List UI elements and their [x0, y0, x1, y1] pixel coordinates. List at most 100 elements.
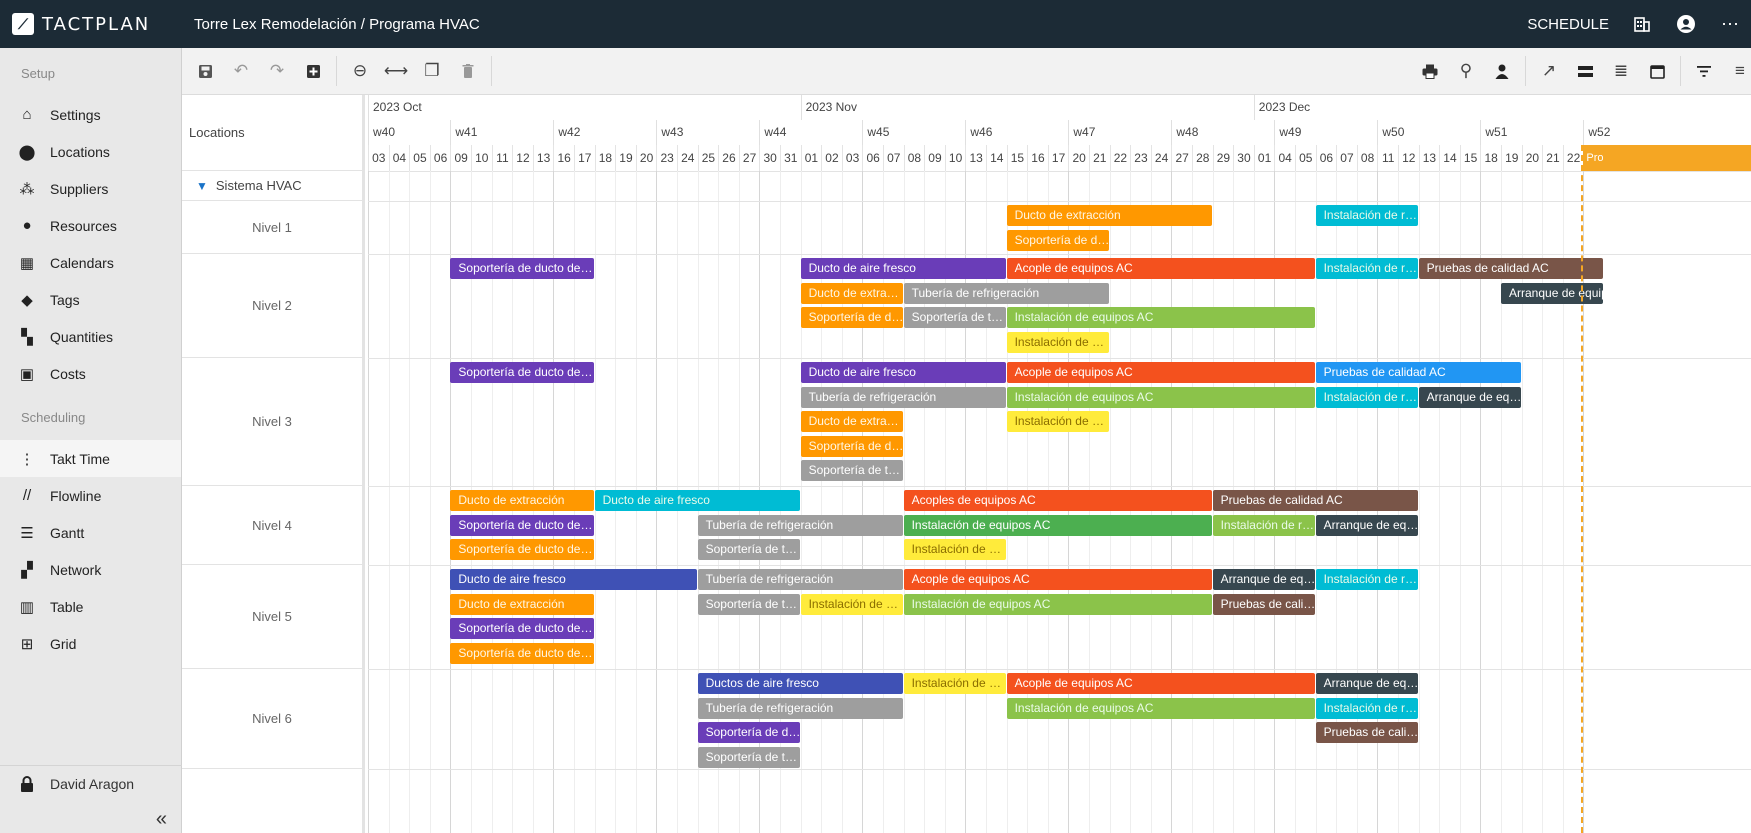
location-row[interactable]: Nivel 6: [182, 669, 362, 769]
task-bar[interactable]: Soportería de d…: [1006, 229, 1109, 251]
task-bar[interactable]: Ducto de extracción: [450, 593, 594, 615]
task-bar[interactable]: Pruebas de cali…: [1212, 593, 1315, 615]
trend-icon[interactable]: ↗: [1538, 60, 1560, 82]
task-bar[interactable]: Pruebas de calidad AC: [1212, 490, 1418, 511]
zoom-icon[interactable]: ⚲: [1455, 60, 1477, 82]
save-icon[interactable]: [194, 60, 216, 82]
schedule-mode-label[interactable]: SCHEDULE: [1527, 16, 1609, 33]
undo-icon[interactable]: ↶: [230, 60, 252, 82]
task-bar[interactable]: Tubería de refrigeración: [800, 386, 1006, 408]
task-bar[interactable]: Instalación de …: [1006, 411, 1109, 433]
task-bar[interactable]: Tubería de refrigeración: [697, 697, 903, 719]
more-options-icon[interactable]: ⋯: [1719, 13, 1741, 35]
sidebar-item-takt-time[interactable]: ⋮ Takt Time: [0, 440, 181, 477]
collapse-sidebar-icon[interactable]: «: [156, 808, 167, 831]
delete-icon[interactable]: [457, 60, 479, 82]
task-bar[interactable]: Ducto de aire fresco: [800, 258, 1006, 279]
task-bar[interactable]: Ductos de aire fresco: [697, 673, 903, 694]
filter-icon[interactable]: [1693, 60, 1715, 82]
task-bar[interactable]: Soportería de d…: [800, 435, 903, 457]
copy-icon[interactable]: ❐: [421, 60, 443, 82]
task-bar[interactable]: Instalación de r…: [1315, 258, 1418, 279]
task-bar[interactable]: Soportería de ducto de…: [450, 539, 594, 561]
task-bar[interactable]: Ducto de extracción: [1006, 205, 1212, 226]
link-icon[interactable]: ⊖: [349, 60, 371, 82]
task-bar[interactable]: Soportería de t…: [697, 539, 800, 561]
task-bar[interactable]: Ducto de aire fresco: [594, 490, 800, 511]
sidebar-item-calendars[interactable]: ▦ Calendars: [0, 244, 181, 281]
task-bar[interactable]: Instalación de r…: [1315, 386, 1418, 408]
task-bar[interactable]: Instalación de r…: [1315, 205, 1418, 226]
account-icon[interactable]: [1675, 13, 1697, 35]
sidebar-item-tags[interactable]: ◆ Tags: [0, 281, 181, 318]
chevron-down-icon[interactable]: ▼: [196, 179, 208, 193]
task-bar[interactable]: Acople de equipos AC: [1006, 673, 1315, 694]
task-bar[interactable]: Soportería de ducto de…: [450, 642, 594, 664]
sidebar-item-network[interactable]: ▞ Network: [0, 551, 181, 588]
sidebar-item-gantt[interactable]: ☰ Gantt: [0, 514, 181, 551]
sidebar-item-suppliers[interactable]: ⁂ Suppliers: [0, 170, 181, 207]
logo[interactable]: ⟋ TACTPLAN: [0, 13, 182, 35]
task-bar[interactable]: Soportería de t…: [903, 307, 1006, 329]
task-bar[interactable]: Instalación de …: [903, 539, 1006, 561]
task-bar[interactable]: Ducto de aire fresco: [800, 362, 1006, 383]
add-task-icon[interactable]: [302, 60, 324, 82]
location-row[interactable]: Nivel 5: [182, 565, 362, 669]
task-bar[interactable]: Instalación de …: [903, 673, 1006, 694]
task-bar[interactable]: Instalación de equipos AC: [1006, 307, 1315, 329]
task-bar[interactable]: Acople de equipos AC: [1006, 258, 1315, 279]
task-bar[interactable]: Instalación de r…: [1315, 697, 1418, 719]
rows-view-icon[interactable]: [1574, 60, 1596, 82]
task-bar[interactable]: Acople de equipos AC: [1006, 362, 1315, 383]
task-bar[interactable]: Soportería de t…: [697, 593, 800, 615]
task-bar[interactable]: Tubería de refrigeración: [697, 569, 903, 590]
task-bar[interactable]: Arranque de equipos: [1501, 282, 1603, 304]
sidebar-item-resources[interactable]: ● Resources: [0, 207, 181, 244]
task-bar[interactable]: Soportería de ducto de…: [450, 362, 594, 383]
task-bar[interactable]: Instalación de equipos AC: [1006, 386, 1315, 408]
sidebar-item-costs[interactable]: ▣ Costs: [0, 355, 181, 392]
location-group-row[interactable]: ▼ Sistema HVAC: [182, 171, 362, 201]
redo-icon[interactable]: ↷: [266, 60, 288, 82]
sidebar-item-quantities[interactable]: ▚ Quantities: [0, 318, 181, 355]
user-menu[interactable]: David Aragon: [0, 765, 182, 802]
print-icon[interactable]: [1419, 60, 1441, 82]
task-bar[interactable]: Arranque de eq…: [1212, 569, 1315, 590]
task-bar[interactable]: Instalación de …: [800, 593, 903, 615]
task-bar[interactable]: Soportería de ducto de…: [450, 618, 594, 640]
sidebar-item-locations[interactable]: ⬤ Locations: [0, 133, 181, 170]
task-bar[interactable]: Tubería de refrigeración: [697, 514, 903, 536]
stretch-horizontal-icon[interactable]: ⟷: [384, 60, 408, 82]
sidebar-item-table[interactable]: ▥ Table: [0, 588, 181, 625]
task-bar[interactable]: Soportería de ducto de…: [450, 258, 594, 279]
sidebar-item-grid[interactable]: ⊞ Grid: [0, 625, 181, 662]
task-bar[interactable]: Soportería de t…: [697, 746, 800, 768]
sidebar-item-settings[interactable]: ⌂ Settings: [0, 96, 181, 133]
list-view-icon[interactable]: ≣: [1610, 60, 1632, 82]
task-bar[interactable]: Instalación de equipos AC: [1006, 697, 1315, 719]
task-bar[interactable]: Arranque de eq…: [1418, 386, 1521, 408]
location-row[interactable]: Nivel 3: [182, 358, 362, 486]
task-bar[interactable]: Acople de equipos AC: [903, 569, 1212, 590]
task-bar[interactable]: Ducto de extra…: [800, 411, 903, 433]
task-bar[interactable]: Soportería de ducto de…: [450, 514, 594, 536]
task-bar[interactable]: Pruebas de calidad AC: [1418, 258, 1603, 279]
task-bar[interactable]: Instalación de …: [1006, 331, 1109, 353]
task-bar[interactable]: Arranque de eq…: [1315, 673, 1418, 694]
task-bar[interactable]: Instalación de r…: [1212, 514, 1315, 536]
task-bar[interactable]: Ducto de extracción: [450, 490, 594, 511]
task-bar[interactable]: Arranque de eq…: [1315, 514, 1418, 536]
location-row[interactable]: Nivel 2: [182, 254, 362, 358]
task-bar[interactable]: Acoples de equipos AC: [903, 490, 1212, 511]
task-bar[interactable]: Soportería de t…: [800, 460, 903, 482]
task-bar[interactable]: Instalación de r…: [1315, 569, 1418, 590]
task-bar[interactable]: Ducto de extra…: [800, 282, 903, 304]
task-bar[interactable]: Soportería de d…: [800, 307, 903, 329]
task-bar[interactable]: Pruebas de cali…: [1315, 722, 1418, 744]
resource-view-icon[interactable]: [1491, 60, 1513, 82]
sidebar-item-flowline[interactable]: // Flowline: [0, 477, 181, 514]
building-icon[interactable]: [1631, 13, 1653, 35]
task-bar[interactable]: Pruebas de calidad AC: [1315, 362, 1521, 383]
calendar-view-icon[interactable]: [1646, 60, 1668, 82]
task-bar[interactable]: Tubería de refrigeración: [903, 282, 1109, 304]
